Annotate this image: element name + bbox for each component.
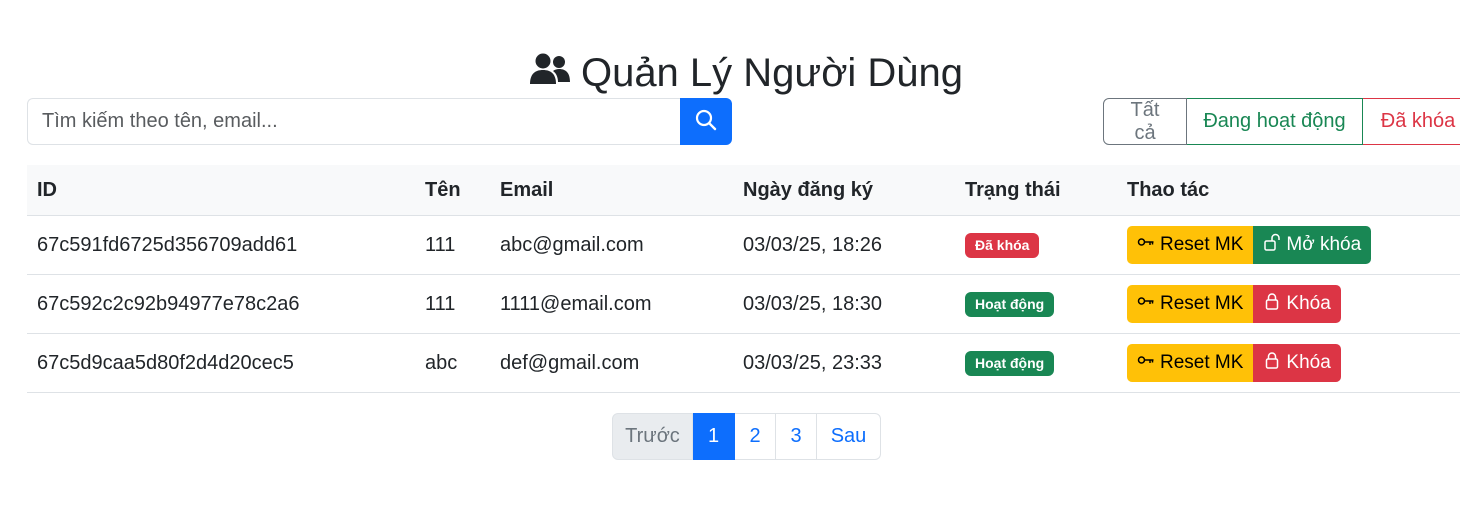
column-header-id: ID xyxy=(27,165,415,216)
search-button[interactable] xyxy=(680,98,732,145)
user-registered-date: 03/03/25, 18:30 xyxy=(733,274,955,334)
user-id: 67c591fd6725d356709add61 xyxy=(27,215,415,275)
search-icon xyxy=(695,109,717,134)
user-name: 111 xyxy=(415,274,490,334)
pagination-page-3[interactable]: 3 xyxy=(776,413,817,460)
status-badge: Đã khóa xyxy=(965,232,1040,258)
page-title-text: Quản Lý Người Dùng xyxy=(580,50,964,95)
row-actions: Reset MK Mở khóa xyxy=(1127,226,1460,264)
key-icon xyxy=(1137,292,1155,316)
table-row: 67c5d9caa5d80f2d4d20cec5 abc def@gmail.c… xyxy=(27,333,1460,393)
user-registered-date: 03/03/25, 23:33 xyxy=(733,333,955,393)
users-icon xyxy=(529,49,571,97)
column-header-email: Email xyxy=(490,165,733,216)
search-group xyxy=(27,98,732,145)
reset-password-label: Reset MK xyxy=(1160,293,1244,314)
pagination-prev[interactable]: Trước xyxy=(612,413,693,460)
lock-button[interactable]: Khóa xyxy=(1253,344,1341,382)
reset-password-label: Reset MK xyxy=(1160,352,1244,373)
search-input[interactable] xyxy=(27,98,680,145)
unlock-label: Mở khóa xyxy=(1286,234,1362,255)
table-row: 67c592c2c92b94977e78c2a6 111 1111@email.… xyxy=(27,274,1460,334)
lock-label: Khóa xyxy=(1286,293,1331,314)
unlock-button[interactable]: Mở khóa xyxy=(1253,226,1372,264)
user-email: def@gmail.com xyxy=(490,333,733,393)
user-registered-date: 03/03/25, 18:26 xyxy=(733,215,955,275)
users-table: ID Tên Email Ngày đăng ký Trạng thái Tha… xyxy=(27,165,1460,393)
user-name: 111 xyxy=(415,215,490,275)
table-header-row: ID Tên Email Ngày đăng ký Trạng thái Tha… xyxy=(27,165,1460,216)
key-icon xyxy=(1137,233,1155,257)
status-badge: Hoạt động xyxy=(965,350,1055,376)
row-actions: Reset MK Khóa xyxy=(1127,344,1460,382)
pagination-page-2[interactable]: 2 xyxy=(735,413,776,460)
page-title: Quản Lý Người Dùng xyxy=(0,49,1460,97)
unlock-icon xyxy=(1263,233,1281,257)
column-header-status: Trạng thái xyxy=(955,165,1117,216)
lock-icon xyxy=(1263,292,1281,316)
user-name: abc xyxy=(415,333,490,393)
row-actions: Reset MK Khóa xyxy=(1127,285,1460,323)
reset-password-label: Reset MK xyxy=(1160,234,1244,255)
lock-button[interactable]: Khóa xyxy=(1253,285,1341,323)
status-badge: Hoạt động xyxy=(965,291,1055,317)
lock-label: Khóa xyxy=(1286,352,1331,373)
user-id: 67c592c2c92b94977e78c2a6 xyxy=(27,274,415,334)
pagination: Trước 1 2 3 Sau xyxy=(612,413,881,460)
user-id: 67c5d9caa5d80f2d4d20cec5 xyxy=(27,333,415,393)
filter-locked-button[interactable]: Đã khóa xyxy=(1363,98,1460,145)
column-header-actions: Thao tác xyxy=(1117,165,1460,216)
reset-password-button[interactable]: Reset MK xyxy=(1127,285,1254,323)
table-row: 67c591fd6725d356709add61 111 abc@gmail.c… xyxy=(27,215,1460,275)
reset-password-button[interactable]: Reset MK xyxy=(1127,226,1254,264)
status-filter-group: Tất cả Đang hoạt động Đã khóa xyxy=(1103,98,1460,145)
column-header-name: Tên xyxy=(415,165,490,216)
column-header-date: Ngày đăng ký xyxy=(733,165,955,216)
filter-active-button[interactable]: Đang hoạt động xyxy=(1187,98,1363,145)
pagination-page-1[interactable]: 1 xyxy=(693,413,735,460)
filter-all-button[interactable]: Tất cả xyxy=(1103,98,1187,145)
pagination-next[interactable]: Sau xyxy=(817,413,881,460)
user-email: abc@gmail.com xyxy=(490,215,733,275)
user-email: 1111@email.com xyxy=(490,274,733,334)
lock-icon xyxy=(1263,351,1281,375)
key-icon xyxy=(1137,351,1155,375)
reset-password-button[interactable]: Reset MK xyxy=(1127,344,1254,382)
